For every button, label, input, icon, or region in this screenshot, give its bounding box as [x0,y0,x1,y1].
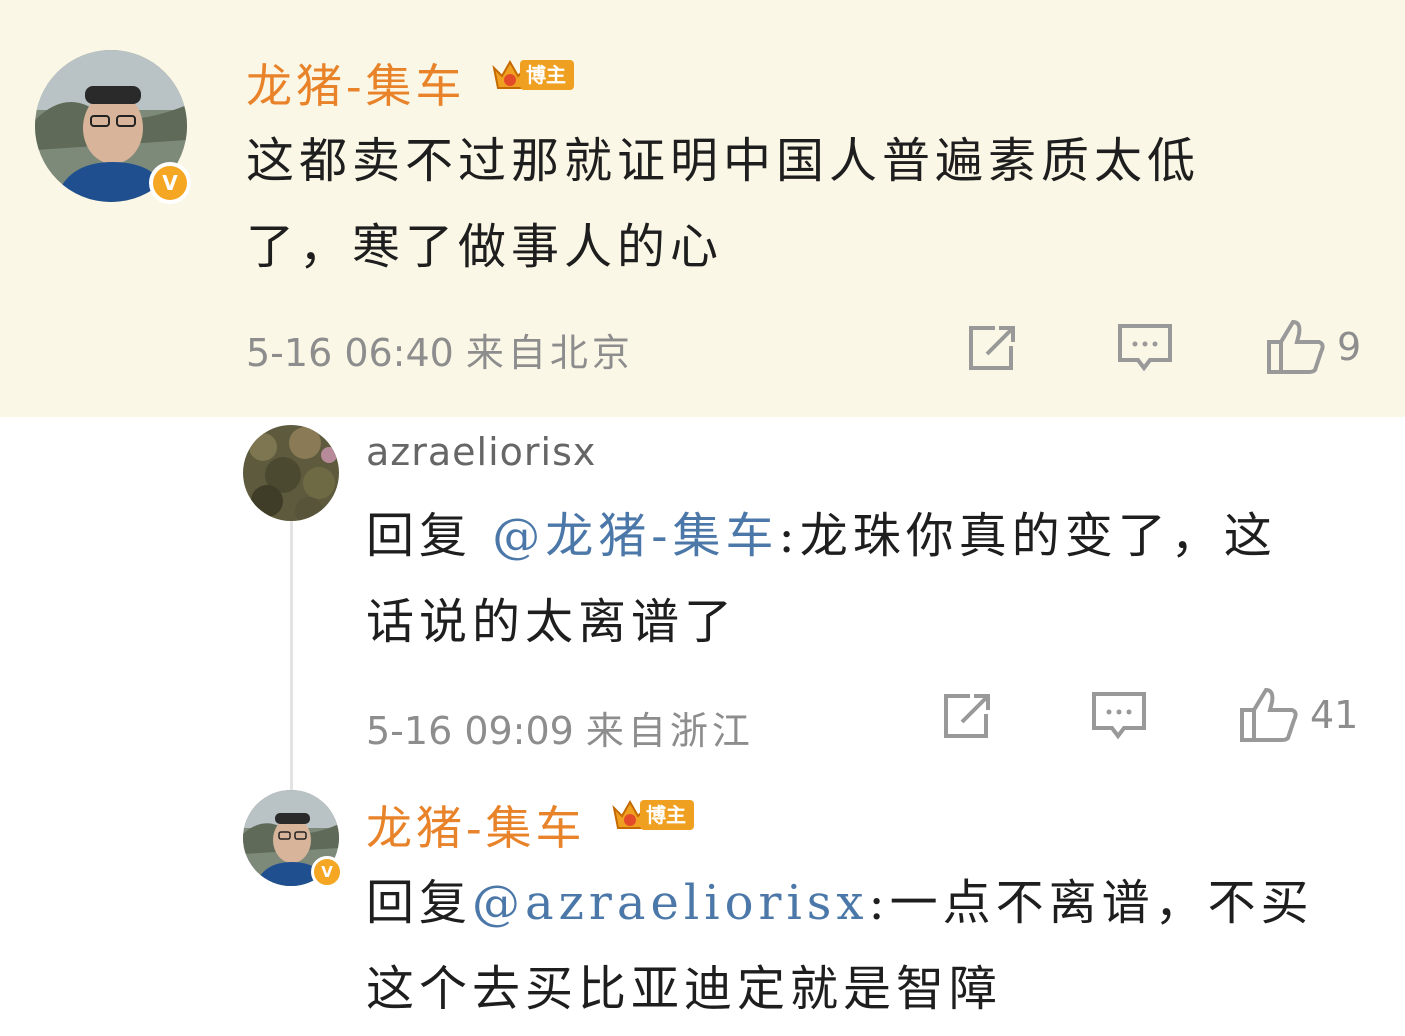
comment-time: 5-16 06:40 [246,331,454,375]
reply-text: 回复 @龙猪-集车:龙珠你真的变了，这 话说的太离谱了 [366,493,1386,665]
reply-text-rest: :一点不离谱，不买 [868,875,1314,931]
like-button[interactable]: 41 [1238,686,1358,744]
comment-icon [1118,324,1172,372]
comment-text-line: 这都卖不过那就证明中国人普遍素质太低 [246,133,1201,189]
like-icon [1240,687,1298,742]
reply-location: 来自浙江 [585,709,754,753]
blogger-badge: 博主 [610,798,694,832]
blogger-badge: 博主 [490,58,574,92]
reply-text-line: 这个去买比亚迪定就是智障 [366,961,1003,1017]
like-count: 41 [1310,693,1359,737]
author-name[interactable]: 龙猪-集车 [366,792,586,858]
comment-location: 来自北京 [465,331,634,375]
reply-thread-line [290,520,293,790]
author-name[interactable]: azraeliorisx [366,430,596,474]
like-button[interactable]: 9 [1265,318,1361,376]
comment-icon [1092,692,1146,740]
reply-meta: 5-16 09:09 来自浙江 [366,700,754,755]
avatar[interactable] [243,425,339,521]
reply-text: 回复@azraeliorisx:一点不离谱，不买 这个去买比亚迪定就是智障 [366,860,1386,1032]
comment-button[interactable] [1090,690,1148,742]
avatar[interactable]: V [35,50,191,204]
share-button[interactable] [965,322,1021,374]
comment-text-line: 了，寒了做事人的心 [246,219,724,275]
blogger-tag: 博主 [520,60,574,90]
share-icon [969,326,1015,370]
comment-meta: 5-16 06:40 来自北京 [246,322,634,377]
avatar[interactable]: V [243,790,343,888]
like-icon [1267,319,1325,374]
comment-button[interactable] [1116,322,1174,374]
reply-time: 5-16 09:09 [366,709,574,753]
verified-icon: V [311,856,343,888]
mention-link[interactable]: @龙猪-集车 [492,508,778,564]
like-count: 9 [1337,325,1362,369]
share-button[interactable] [940,690,996,742]
blogger-tag: 博主 [640,800,694,830]
reply-text-line: 回复@azraeliorisx:一点不离谱，不买 [366,860,1386,946]
comment-text: 这都卖不过那就证明中国人普遍素质太低 了，寒了做事人的心 [246,118,1376,290]
verified-icon: V [149,162,191,204]
reply-text-line: 回复 @龙猪-集车:龙珠你真的变了，这 [366,493,1386,579]
reply-text-line: 话说的太离谱了 [366,594,738,650]
reply-prefix: 回复 [366,508,473,564]
reply-text-rest: :龙珠你真的变了，这 [778,508,1277,564]
share-icon [944,694,990,738]
mention-link[interactable]: @azraeliorisx [472,875,868,931]
author-name[interactable]: 龙猪-集车 [246,50,466,116]
reply-prefix: 回复 [366,875,473,931]
